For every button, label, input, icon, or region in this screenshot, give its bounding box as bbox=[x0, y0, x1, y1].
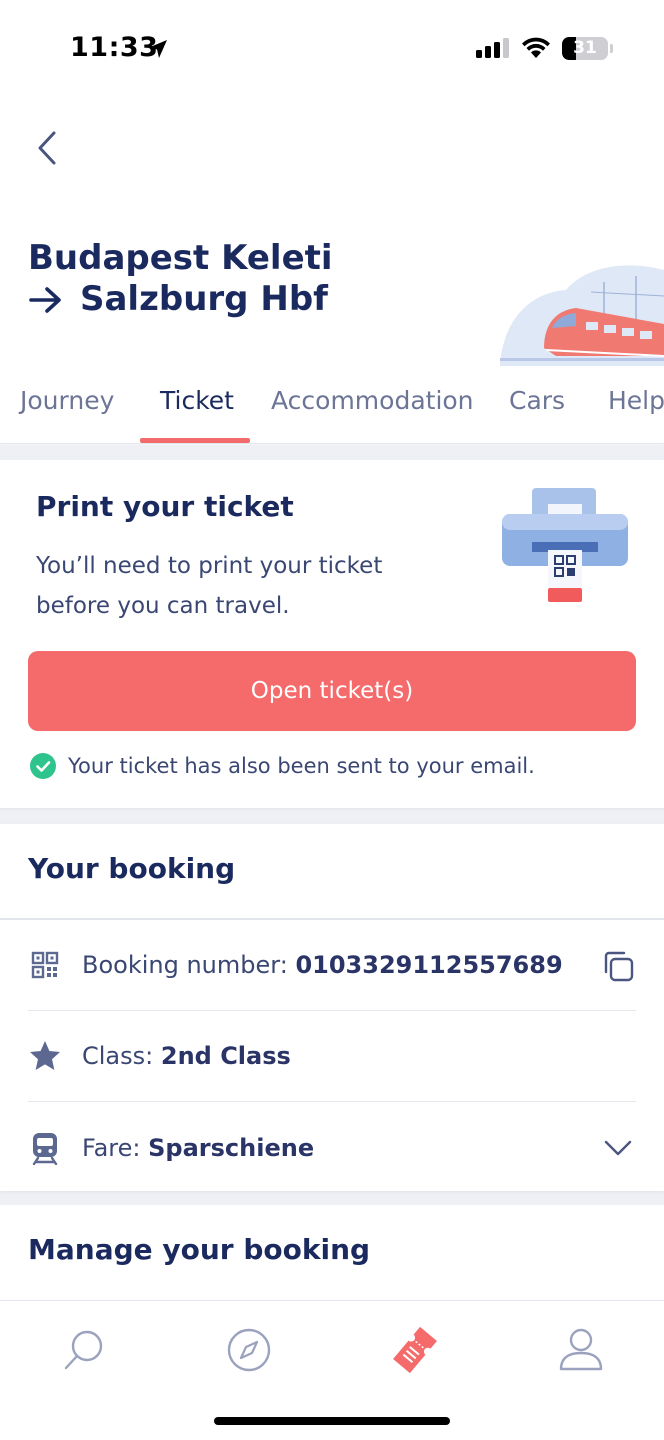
tab-journey[interactable]: Journey bbox=[20, 386, 114, 415]
wifi-icon bbox=[522, 37, 550, 58]
train-icon bbox=[28, 1131, 62, 1165]
copy-icon[interactable] bbox=[600, 948, 636, 984]
booking-number-label: Booking number: bbox=[82, 951, 288, 979]
train-illustration bbox=[500, 265, 664, 366]
booking-section-title: Your booking bbox=[28, 852, 236, 885]
open-tickets-button[interactable]: Open ticket(s) bbox=[28, 651, 636, 731]
destination-station: Salzburg Hbf bbox=[80, 279, 328, 319]
class-value: 2nd Class bbox=[160, 1042, 291, 1070]
print-ticket-description: You’ll need to print your ticket before … bbox=[36, 553, 383, 619]
status-bar: 11:33 31 bbox=[0, 0, 664, 100]
email-sent-note: Your ticket has also been sent to your e… bbox=[30, 753, 535, 779]
booking-number-row: Booking number: 0103329112557689 bbox=[28, 920, 636, 1011]
print-ticket-title: Print your ticket bbox=[36, 490, 294, 523]
battery-level: 31 bbox=[573, 38, 597, 58]
origin-station: Budapest Keleti bbox=[28, 238, 333, 278]
route-title: Budapest Keleti Salzburg Hbf bbox=[28, 238, 333, 320]
fare-text: Fare: Sparschiene bbox=[82, 1134, 314, 1162]
tab-bar: Journey Ticket Accommodation Cars Help bbox=[0, 372, 664, 444]
tab-cars[interactable]: Cars bbox=[509, 386, 565, 415]
booking-card: Your booking Booking number: 01033291125… bbox=[0, 824, 664, 1191]
arrow-right-icon bbox=[29, 286, 61, 313]
manage-booking-section[interactable]: Manage your booking bbox=[0, 1205, 664, 1300]
email-note-text: Your ticket has also been sent to your e… bbox=[68, 754, 535, 778]
battery-icon: 31 bbox=[562, 37, 608, 60]
class-text: Class: 2nd Class bbox=[82, 1042, 291, 1070]
search-icon[interactable] bbox=[60, 1325, 110, 1375]
print-ticket-card: Print your ticket You’ll need to print y… bbox=[0, 460, 664, 808]
compass-icon[interactable] bbox=[224, 1325, 274, 1375]
cellular-signal-icon bbox=[476, 38, 509, 58]
booking-number-text: Booking number: 0103329112557689 bbox=[82, 951, 563, 979]
home-indicator bbox=[214, 1417, 450, 1425]
back-arrow-icon[interactable] bbox=[28, 128, 68, 168]
fare-label: Fare: bbox=[82, 1133, 141, 1162]
tab-ticket[interactable]: Ticket bbox=[160, 386, 234, 415]
booking-number-value: 0103329112557689 bbox=[295, 951, 563, 979]
ticket-icon[interactable] bbox=[390, 1325, 440, 1375]
fare-row[interactable]: Fare: Sparschiene bbox=[28, 1102, 636, 1193]
star-icon bbox=[28, 1039, 62, 1073]
active-tab-indicator bbox=[140, 438, 250, 443]
qr-code-icon bbox=[28, 948, 62, 982]
class-label: Class: bbox=[82, 1042, 154, 1070]
tab-accommodation[interactable]: Accommodation bbox=[271, 386, 474, 415]
class-row: Class: 2nd Class bbox=[28, 1011, 636, 1102]
tab-help[interactable]: Help bbox=[608, 386, 664, 415]
printer-illustration bbox=[502, 488, 628, 602]
check-circle-icon bbox=[30, 753, 56, 779]
manage-booking-title: Manage your booking bbox=[28, 1233, 371, 1266]
chevron-down-icon[interactable] bbox=[600, 1130, 636, 1166]
fare-value: Sparschiene bbox=[148, 1133, 315, 1162]
profile-icon[interactable] bbox=[556, 1325, 606, 1375]
battery-tip bbox=[610, 44, 613, 53]
location-arrow-icon bbox=[149, 40, 167, 58]
